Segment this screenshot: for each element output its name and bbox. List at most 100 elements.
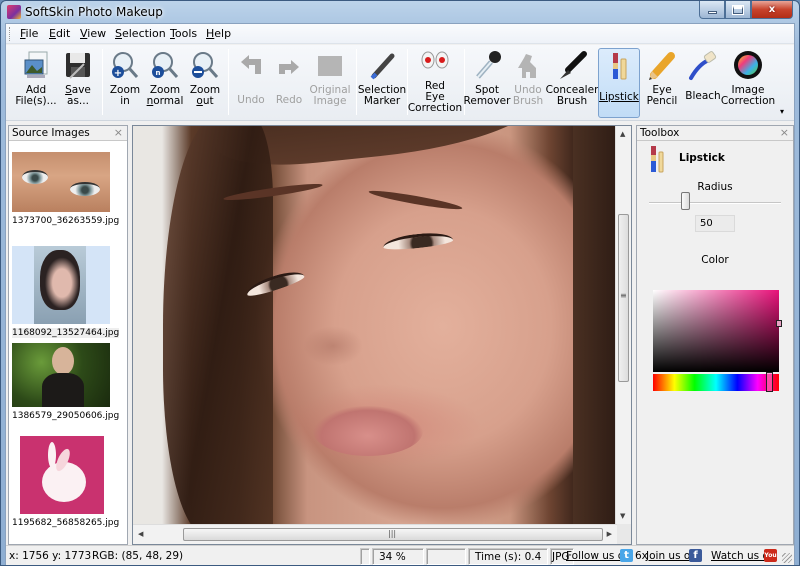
vertical-scroll-thumb[interactable]: ≡ xyxy=(618,214,629,382)
zoom-out-button[interactable]: Zoom out xyxy=(188,48,222,118)
grip-icon: ||| xyxy=(388,529,397,538)
lipstick-button[interactable]: Lipstick xyxy=(598,48,640,118)
source-images-header: Source Images × xyxy=(9,126,127,141)
add-files-button[interactable]: Add File(s)... xyxy=(15,48,57,118)
thumbnail-image xyxy=(12,152,110,212)
bleach-button[interactable]: Bleach xyxy=(683,48,723,118)
red-eye-correction-button[interactable]: Red Eye Correction xyxy=(408,46,462,118)
scroll-up-icon[interactable]: ▲ xyxy=(620,130,625,138)
image-canvas[interactable]: ▲ ≡ ▼ ◀ ||| ▶ xyxy=(132,125,632,545)
close-icon[interactable]: × xyxy=(780,126,789,139)
zoom-in-button[interactable]: + Zoom in xyxy=(108,48,142,118)
status-cell xyxy=(426,548,466,565)
minimize-button[interactable] xyxy=(699,1,725,19)
scroll-left-icon[interactable]: ◀ xyxy=(138,530,143,538)
window-controls: x xyxy=(699,1,793,19)
vertical-scrollbar[interactable]: ▲ ≡ ▼ xyxy=(615,126,631,524)
title-bar[interactable]: SoftSkin Photo Makeup x xyxy=(1,1,799,23)
zoom-level: 34 % xyxy=(372,548,424,565)
processing-time: Time (s): 0.4 xyxy=(468,548,548,565)
maximize-icon xyxy=(732,4,744,15)
resize-grip[interactable] xyxy=(782,553,792,563)
menu-edit[interactable]: Edit xyxy=(49,27,70,40)
menu-view[interactable]: View xyxy=(80,27,106,40)
youtube-icon[interactable]: You xyxy=(764,549,777,562)
toolbar-overflow-button[interactable]: ▾ xyxy=(780,107,784,116)
red-eye-icon xyxy=(419,46,451,78)
spot-remover-button[interactable]: Spot Remover xyxy=(464,48,510,118)
scroll-right-icon[interactable]: ▶ xyxy=(607,530,612,538)
original-image-button[interactable]: Original Image xyxy=(309,48,351,118)
save-as-button[interactable]: Save as... xyxy=(60,48,96,118)
thumbnail-filename: 1373700_36263559.jpg xyxy=(12,216,120,226)
horizontal-scroll-thumb[interactable]: ||| xyxy=(183,528,603,541)
tool-name: Lipstick xyxy=(679,152,725,164)
close-icon[interactable]: × xyxy=(114,126,123,139)
concealer-brush-button[interactable]: Concealer Brush xyxy=(546,48,598,118)
pencil-icon xyxy=(646,50,678,82)
color-picker-marker[interactable] xyxy=(776,319,782,327)
thumbnail-item[interactable]: 1386579_29050606.jpg xyxy=(12,343,119,421)
toothbrush-icon xyxy=(687,50,719,82)
zoom-normal-button[interactable]: n Zoom normal xyxy=(146,48,184,118)
floppy-disk-icon xyxy=(62,50,94,82)
selection-marker-button[interactable]: Selection Marker xyxy=(358,48,406,118)
thumbnail-item[interactable]: 1373700_36263559.jpg xyxy=(12,152,119,226)
thumbnail-filename: 1195682_56858265.jpg xyxy=(12,518,120,528)
redo-arrow-icon xyxy=(273,50,305,82)
hue-slider[interactable] xyxy=(653,374,779,391)
menu-tools[interactable]: Tools xyxy=(170,27,197,40)
thumbnail-item[interactable]: 1168092_13527464.jpg xyxy=(12,246,120,338)
color-wheel-icon xyxy=(732,50,764,82)
hue-slider-thumb[interactable] xyxy=(765,372,773,392)
add-image-icon xyxy=(20,50,52,82)
menu-bar: File Edit View Selection Tools Help xyxy=(6,24,794,44)
eye-pencil-button[interactable]: Eye Pencil xyxy=(643,48,681,118)
app-window: SoftSkin Photo Makeup x File Edit View S… xyxy=(0,0,800,566)
radius-slider[interactable] xyxy=(649,202,781,204)
pixel-rgb: RGB: (85, 48, 29) xyxy=(92,550,184,562)
undo-arrow-icon xyxy=(235,50,267,82)
redo-button[interactable]: Redo xyxy=(272,48,306,118)
twitter-icon[interactable]: t xyxy=(620,549,633,562)
eyebrow xyxy=(368,187,463,213)
zoom-in-icon: + xyxy=(109,50,141,82)
lipstick-icon xyxy=(649,146,667,174)
window-title: SoftSkin Photo Makeup xyxy=(25,5,163,19)
source-images-title: Source Images xyxy=(12,127,90,139)
toolbar: Add File(s)... Save as... + Zoom in n Zo… xyxy=(6,45,794,121)
toolbox-title: Toolbox xyxy=(640,127,680,139)
app-logo-icon xyxy=(7,5,21,19)
toolbar-separator xyxy=(356,49,357,115)
status-cell xyxy=(360,548,370,565)
menu-file[interactable]: File xyxy=(20,27,38,40)
minimize-icon xyxy=(707,10,717,14)
facebook-icon[interactable]: f xyxy=(689,549,702,562)
menubar-grip[interactable] xyxy=(9,27,12,41)
color-saturation-value-picker[interactable] xyxy=(653,290,779,372)
main-photo[interactable] xyxy=(133,126,617,524)
scroll-down-icon[interactable]: ▼ xyxy=(620,512,625,520)
menu-selection[interactable]: Selection xyxy=(115,27,166,40)
image-correction-button[interactable]: Image Correction xyxy=(721,48,775,118)
radius-slider-thumb[interactable] xyxy=(680,192,690,210)
thumbnail-image xyxy=(12,343,110,407)
thumbnail-filename: 1168092_13527464.jpg xyxy=(12,328,120,338)
lips xyxy=(313,406,423,456)
status-bar: x: 1756 y: 1773 RGB: (85, 48, 29) 34 % T… xyxy=(6,545,794,565)
toolbox-header: Toolbox × xyxy=(637,126,793,141)
client-area: File Edit View Selection Tools Help Add … xyxy=(5,23,795,565)
menu-help[interactable]: Help xyxy=(206,27,231,40)
svg-text:+: + xyxy=(114,68,122,79)
close-button[interactable]: x xyxy=(751,1,793,19)
maximize-button[interactable] xyxy=(725,1,751,19)
radius-input[interactable]: 50 xyxy=(695,215,735,232)
undo-button[interactable]: Undo xyxy=(234,48,268,118)
thumbnail-image xyxy=(20,436,104,514)
thumbnail-filename: 1386579_29050606.jpg xyxy=(12,411,120,421)
cursor-coordinates: x: 1756 y: 1773 xyxy=(9,550,92,562)
thumbnail-item[interactable]: 1195682_56858265.jpg xyxy=(12,436,119,528)
undo-brush-button[interactable]: Undo Brush xyxy=(511,48,545,118)
eye xyxy=(382,230,454,252)
horizontal-scrollbar[interactable]: ◀ ||| ▶ xyxy=(133,524,617,544)
